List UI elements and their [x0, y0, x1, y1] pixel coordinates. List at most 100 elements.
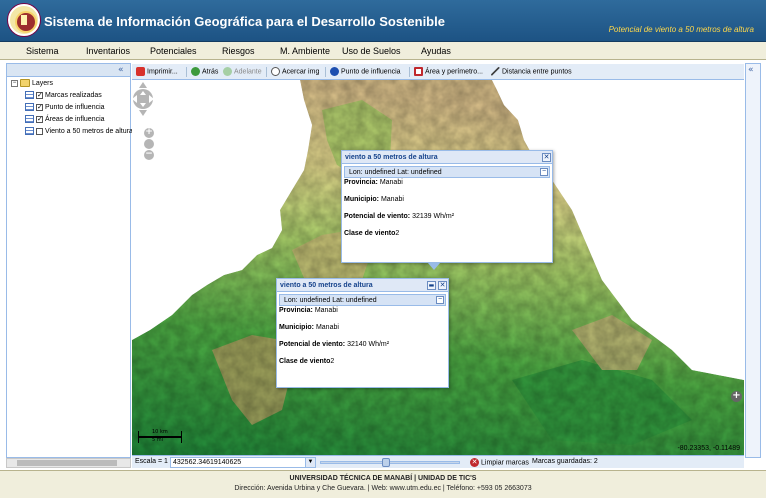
- active-layer-subtitle: Potencial de viento a 50 metros de altur…: [608, 25, 754, 34]
- layer-checkbox-punto[interactable]: ✓: [36, 103, 43, 111]
- menu-sistema[interactable]: Sistema: [26, 46, 59, 56]
- popup-close-icon[interactable]: ✕: [438, 281, 447, 290]
- scale-km-label: 10 km: [152, 429, 168, 435]
- menu-uso-de-suelos[interactable]: Uso de Suelos: [342, 46, 401, 56]
- influence-point-button[interactable]: Punto de influencia: [330, 67, 401, 76]
- back-label: Atrás: [202, 68, 219, 76]
- attr-potencial: 32139 Wh/m²: [412, 213, 455, 220]
- layer-item-areas[interactable]: ✓ Áreas de influencia: [11, 115, 105, 127]
- university-logo-icon: [8, 4, 40, 36]
- main-menu-bar: Sistema Inventarios Potenciales Riesgos …: [0, 42, 766, 60]
- point-icon: [330, 67, 339, 76]
- forward-label: Adelante: [234, 68, 262, 76]
- layer-label: Punto de influencia: [45, 103, 105, 111]
- distance-button[interactable]: Distancia entre puntos: [491, 67, 572, 76]
- popup-minimize-icon[interactable]: −: [436, 296, 444, 304]
- attr-municipio: Manabi: [315, 324, 339, 331]
- layers-horizontal-scrollbar[interactable]: [6, 458, 131, 468]
- zoom-slider-thumb[interactable]: [382, 458, 390, 467]
- attr-label: Provincia:: [279, 307, 313, 314]
- popup-location: Lon: undefined Lat: undefined: [349, 169, 442, 176]
- app-header: Sistema de Información Geográfica para e…: [0, 0, 766, 42]
- attr-clase: 2: [395, 230, 400, 237]
- popup-attributes: Provincia: Manabi Municipio: Manabi Pote…: [344, 179, 454, 247]
- menu-inventarios[interactable]: Inventarios: [86, 46, 130, 56]
- zoom-slider-track[interactable]: [320, 461, 460, 464]
- app-title: Sistema de Información Geográfica para e…: [44, 14, 445, 29]
- footer-contact: Dirección: Avenida Urbina y Che Guevara.…: [234, 485, 532, 492]
- distance-label: Distancia entre puntos: [502, 68, 572, 76]
- popup-minimize-icon[interactable]: −: [540, 168, 548, 176]
- popup-title-bar: viento a 50 metros de altura: [277, 279, 448, 292]
- back-button[interactable]: Atrás: [191, 67, 218, 76]
- layer-checkbox-marcas[interactable]: ✓: [36, 91, 43, 99]
- popup-pin-icon[interactable]: ▬: [427, 281, 436, 290]
- attr-potencial: 32140 Wh/m²: [347, 341, 390, 348]
- page-footer: UNIVERSIDAD TÉCNICA DE MANABÍ | UNIDAD D…: [0, 470, 766, 498]
- magnifier-icon: [271, 67, 280, 76]
- saved-marks-count: Marcas guardadas: 2: [532, 458, 598, 465]
- collapse-left-panel-icon[interactable]: «: [118, 66, 127, 75]
- layer-label: Marcas realizadas: [45, 91, 102, 99]
- tree-collapse-icon[interactable]: −: [11, 79, 18, 87]
- zoom-world-icon[interactable]: [144, 139, 154, 149]
- forward-arrow-icon: [223, 67, 232, 76]
- scale-label: Escala = 1 :: [135, 458, 172, 465]
- chevron-down-icon[interactable]: ▼: [305, 458, 315, 467]
- attr-label: Municipio:: [344, 196, 379, 203]
- footer-institution: UNIVERSIDAD TÉCNICA DE MANABÍ | UNIDAD D…: [289, 475, 477, 482]
- forward-button[interactable]: Adelante: [223, 67, 262, 76]
- scale-value: 432562.34619140625: [173, 459, 242, 466]
- zoom-in-tool-button[interactable]: Acercar img: [271, 67, 319, 76]
- print-button[interactable]: Imprimir...: [136, 67, 178, 76]
- layer-icon: [25, 115, 34, 123]
- pan-control-icon[interactable]: [132, 80, 154, 118]
- attr-provincia: Manabi: [379, 179, 403, 186]
- menu-potenciales[interactable]: Potenciales: [150, 46, 197, 56]
- scale-select[interactable]: 432562.34619140625 ▼: [170, 457, 316, 468]
- popup-location-bar: Lon: undefined Lat: undefined −: [279, 294, 446, 306]
- popup-title-bar: viento a 50 metros de altura: [342, 151, 552, 164]
- layer-item-viento[interactable]: Viento a 50 metros de altura: [11, 127, 133, 139]
- layer-checkbox-viento[interactable]: [36, 127, 43, 135]
- ruler-line-icon: [491, 67, 500, 76]
- attr-municipio: Manabi: [380, 196, 404, 203]
- layer-label: Viento a 50 metros de altura: [45, 127, 133, 135]
- layers-root-label: Layers: [32, 79, 54, 87]
- right-collapsed-panel: «: [745, 63, 761, 458]
- toolbar-separator: [325, 67, 326, 77]
- clear-marks-label: Limpiar marcas: [481, 459, 529, 467]
- layer-icon: [25, 91, 34, 99]
- layers-panel-header: «: [7, 64, 130, 77]
- layers-panel: « − Layers ✓ Marcas realizadas ✓ Punto de i…: [6, 63, 133, 458]
- zoom-out-icon[interactable]: −: [144, 150, 154, 160]
- clear-marks-button[interactable]: ✕ Limpiar marcas: [470, 458, 529, 467]
- influence-point-label: Punto de influencia: [341, 68, 401, 76]
- expand-right-panel-icon[interactable]: «: [748, 66, 758, 76]
- menu-medio-ambiente[interactable]: M. Ambiente: [280, 46, 330, 56]
- popup-location-bar: Lon: undefined Lat: undefined −: [344, 166, 550, 178]
- menu-ayudas[interactable]: Ayudas: [421, 46, 451, 56]
- attr-clase: 2: [330, 358, 335, 365]
- popup-close-icon[interactable]: ✕: [542, 153, 551, 162]
- toolbar-separator: [266, 67, 267, 77]
- popup-title: viento a 50 metros de altura: [345, 154, 438, 161]
- popup-attributes: Provincia: Manabi Municipio: Manabi Pote…: [279, 307, 389, 375]
- map-viewport[interactable]: + − 10 km 5 mi -80.23353, -0.11489 + vie…: [132, 80, 744, 455]
- menu-riesgos[interactable]: Riesgos: [222, 46, 255, 56]
- attr-label: Clase de viento: [279, 358, 331, 365]
- print-label: Imprimir...: [147, 68, 178, 76]
- layer-label: Áreas de influencia: [45, 115, 105, 123]
- layer-item-marcas[interactable]: ✓ Marcas realizadas: [11, 91, 102, 103]
- toolbar-separator: [186, 67, 187, 77]
- layer-item-punto[interactable]: ✓ Punto de influencia: [11, 103, 105, 115]
- toolbar-separator: [409, 67, 410, 77]
- add-layer-icon[interactable]: +: [731, 391, 742, 402]
- layers-root-node[interactable]: − Layers: [11, 79, 53, 91]
- layer-checkbox-areas[interactable]: ✓: [36, 115, 43, 123]
- pdf-icon: [136, 67, 145, 76]
- scrollbar-thumb[interactable]: [17, 460, 117, 466]
- zoom-in-icon[interactable]: +: [144, 128, 154, 138]
- area-perimeter-button[interactable]: Área y perímetro...: [414, 67, 483, 76]
- folder-icon: [20, 79, 30, 87]
